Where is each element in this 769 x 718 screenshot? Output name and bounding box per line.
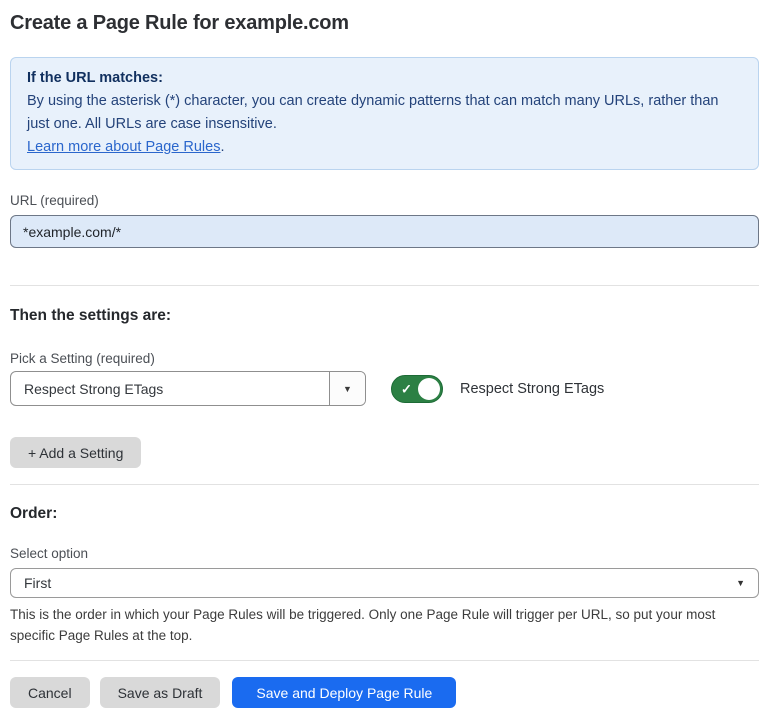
url-match-info-box: If the URL matches: By using the asteris… <box>10 57 759 170</box>
setting-select[interactable]: Respect Strong ETags ▼ <box>10 371 366 406</box>
toggle-label: Respect Strong ETags <box>460 381 604 397</box>
save-draft-button[interactable]: Save as Draft <box>100 677 221 708</box>
create-page-rule-form: Create a Page Rule for example.com If th… <box>0 0 769 708</box>
info-box-heading: If the URL matches: <box>27 67 742 90</box>
url-input[interactable] <box>10 215 759 248</box>
chevron-down-icon: ▼ <box>736 578 745 588</box>
link-suffix: . <box>220 139 224 155</box>
save-deploy-button[interactable]: Save and Deploy Page Rule <box>232 677 456 708</box>
setting-row: Respect Strong ETags ▼ ✓ Respect Strong … <box>10 371 759 406</box>
footer-actions: Cancel Save as Draft Save and Deploy Pag… <box>10 677 759 708</box>
order-select[interactable]: First ▼ <box>10 568 759 598</box>
settings-section-heading: Then the settings are: <box>10 306 759 325</box>
add-setting-button[interactable]: + Add a Setting <box>10 437 141 468</box>
select-option-label: Select option <box>10 545 759 562</box>
info-box-link-line: Learn more about Page Rules. <box>27 136 742 159</box>
setting-select-value: Respect Strong ETags <box>11 381 163 397</box>
info-box-body: By using the asterisk (*) character, you… <box>27 90 742 136</box>
chevron-down-icon[interactable]: ▼ <box>329 372 365 405</box>
order-select-value: First <box>24 575 51 591</box>
pick-setting-label: Pick a Setting (required) <box>10 350 759 367</box>
page-title: Create a Page Rule for example.com <box>10 10 759 36</box>
order-help-text: This is the order in which your Page Rul… <box>10 604 759 646</box>
divider <box>10 285 759 286</box>
cancel-button[interactable]: Cancel <box>10 677 90 708</box>
toggle-knob <box>418 378 440 400</box>
divider <box>10 660 759 661</box>
learn-more-link[interactable]: Learn more about Page Rules <box>27 139 220 155</box>
divider <box>10 484 759 485</box>
setting-toggle[interactable]: ✓ <box>391 375 443 403</box>
check-icon: ✓ <box>401 382 412 395</box>
url-label: URL (required) <box>10 192 759 209</box>
order-section-heading: Order: <box>10 504 759 523</box>
